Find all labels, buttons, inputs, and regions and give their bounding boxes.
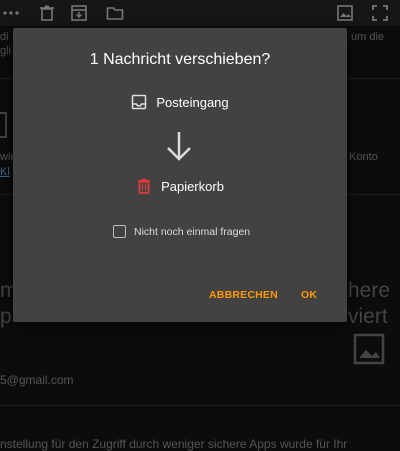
image-icon [0,112,7,138]
bg-text-fragment: um die [351,31,385,43]
bg-text-fragment: Konto [349,151,378,163]
bg-link-fragment: Kl [0,166,10,178]
cancel-button[interactable]: ABBRECHEN [209,289,278,301]
ok-button[interactable]: OK [301,289,317,301]
folder-icon[interactable] [106,4,124,22]
bg-text-fragment: nstellung für den Zugriff durch weniger … [0,437,348,451]
bg-text-fragment: gli [0,45,12,57]
arrow-down-icon [167,132,191,161]
dont-ask-again-label[interactable]: Nicht noch einmal fragen [134,226,250,238]
archive-icon[interactable] [70,4,88,22]
fullscreen-icon[interactable] [371,4,389,22]
source-folder-label: Posteingang [156,94,229,110]
image-icon [353,333,385,365]
bg-text-fragment: di [0,31,9,43]
image-icon[interactable] [336,4,354,22]
bg-heading-fragment: viert [348,305,388,328]
bg-email-fragment: 5@gmail.com [0,373,74,387]
trash-icon [136,178,152,194]
bg-heading-fragment: here [348,279,391,302]
target-folder-row: Papierkorb [13,178,347,194]
delete-icon[interactable] [38,4,56,22]
more-icon[interactable] [2,4,20,22]
dont-ask-again-row[interactable]: Nicht noch einmal fragen [113,225,250,238]
move-message-dialog: 1 Nachricht verschieben? Posteingang Pap… [13,28,347,322]
inbox-icon [131,94,147,110]
app-toolbar [0,0,400,26]
divider [0,405,400,406]
bg-heading-fragment: p [0,305,12,328]
dont-ask-again-checkbox[interactable] [113,225,126,238]
source-folder-row: Posteingang [13,94,347,110]
dialog-title: 1 Nachricht verschieben? [89,51,271,68]
target-folder-label: Papierkorb [161,178,224,194]
